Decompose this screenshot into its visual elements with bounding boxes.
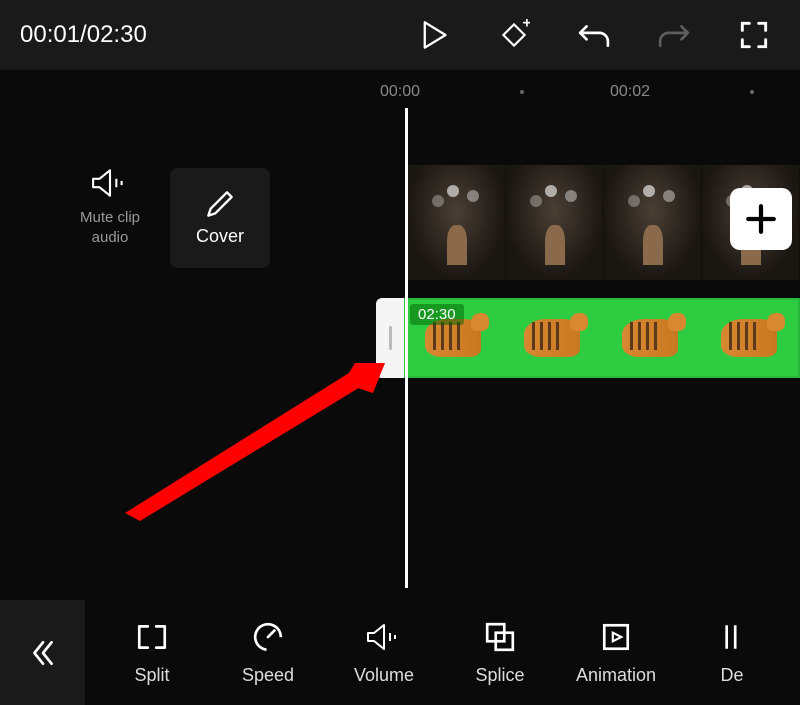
redo-button[interactable] [658, 19, 690, 51]
undo-button[interactable] [578, 19, 610, 51]
fullscreen-icon [740, 21, 768, 49]
toolbar-item-label: Volume [354, 665, 414, 686]
volume-icon [366, 622, 402, 652]
toolbar-volume[interactable]: Volume [335, 619, 433, 686]
clip-thumbnail [503, 300, 602, 376]
keyframe-add-icon: + [498, 18, 530, 52]
pencil-icon [206, 190, 234, 218]
speaker-mute-icon [91, 168, 129, 198]
toolbar-items: Split Speed Volume [85, 619, 800, 686]
mute-label: Mute clip audio [80, 208, 140, 247]
chevron-double-left-icon [30, 638, 56, 668]
clip-thumbnail [700, 300, 799, 376]
play-icon [420, 20, 448, 50]
cover-label: Cover [196, 226, 244, 247]
playback-controls: + [418, 19, 780, 51]
add-clip-button[interactable] [730, 188, 792, 250]
toolbar-item-label: Split [134, 665, 169, 686]
clip-duration-badge: 02:30 [410, 304, 464, 325]
video-thumbnail [506, 165, 604, 280]
annotation-arrow [125, 363, 385, 523]
clip-thumbnail [601, 300, 700, 376]
toolbar-item-label: Animation [576, 665, 656, 686]
video-thumbnail [604, 165, 702, 280]
toolbar-split[interactable]: Split [103, 619, 201, 686]
overlay-track: 02:30 [376, 298, 800, 378]
keyframe-button[interactable]: + [498, 19, 530, 51]
plus-icon [744, 202, 778, 236]
top-bar: 00:01/02:30 + [0, 0, 800, 70]
video-thumbnail [408, 165, 506, 280]
speed-icon [252, 621, 284, 653]
undo-icon [578, 21, 610, 49]
edit-toolbar: Split Speed Volume [0, 600, 800, 705]
split-icon [135, 622, 169, 652]
timeline-ruler[interactable]: 00:00 00:02 [0, 78, 800, 108]
animation-icon [600, 621, 632, 653]
clip-controls: Mute clip audio Cover [80, 168, 270, 268]
ruler-mark: 00:02 [610, 83, 650, 101]
ruler-dot [750, 90, 754, 94]
redo-icon [658, 21, 690, 49]
play-button[interactable] [418, 19, 450, 51]
splice-icon [484, 621, 516, 653]
green-screen-clip[interactable]: 02:30 [404, 298, 800, 378]
toolbar-back-button[interactable] [0, 600, 85, 705]
cover-button[interactable]: Cover [170, 168, 270, 268]
toolbar-item-label: Splice [475, 665, 524, 686]
toolbar-splice[interactable]: Splice [451, 619, 549, 686]
toolbar-animation[interactable]: Animation [567, 619, 665, 686]
svg-text:+: + [523, 18, 530, 32]
toolbar-item-label: De [720, 665, 743, 686]
partial-icon [724, 621, 740, 653]
playhead[interactable] [405, 108, 408, 588]
timeline-editor: Mute clip audio Cover 02:30 [0, 108, 800, 588]
toolbar-item-label: Speed [242, 665, 294, 686]
toolbar-speed[interactable]: Speed [219, 619, 317, 686]
fullscreen-button[interactable] [738, 19, 770, 51]
clip-trim-handle[interactable] [376, 298, 404, 378]
timecode-display: 00:01/02:30 [20, 21, 408, 49]
ruler-dot [520, 90, 524, 94]
mute-clip-audio-button[interactable]: Mute clip audio [80, 168, 140, 247]
ruler-mark: 00:00 [380, 83, 420, 101]
toolbar-delete[interactable]: De [683, 619, 781, 686]
